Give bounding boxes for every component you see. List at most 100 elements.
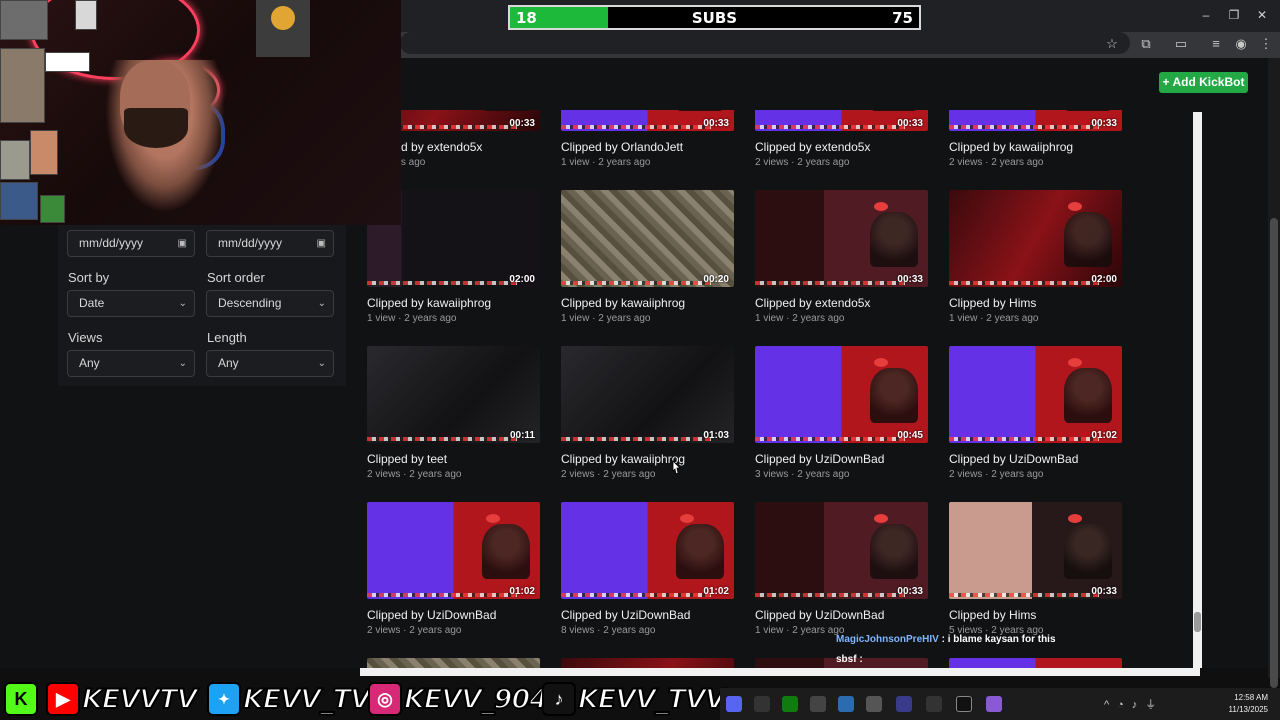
- clip-thumbnail[interactable]: 00:20: [561, 190, 734, 287]
- page-scrollbar[interactable]: [1268, 58, 1280, 688]
- clip-title[interactable]: Clipped by Hims: [949, 296, 1122, 310]
- clip-thumbnail[interactable]: 00:33: [755, 190, 928, 287]
- clip-title[interactable]: Clipped by UziDownBad: [949, 452, 1122, 466]
- system-clock[interactable]: 12:58 AM 11/13/2025: [1229, 692, 1268, 716]
- clip-thumbnail[interactable]: 00:33: [561, 110, 734, 131]
- emote-sticker: [0, 182, 38, 220]
- clip-meta: 1 view · 2 years ago: [561, 313, 651, 324]
- clip-card[interactable]: 00:20 Clipped by kawaiiphrog 1 view · 2 …: [561, 190, 734, 324]
- calendar-icon[interactable]: ▣: [178, 231, 187, 256]
- clip-title[interactable]: Clipped by Hims: [949, 608, 1122, 622]
- clip-title[interactable]: Clipped by UziDownBad: [755, 452, 928, 466]
- clip-title[interactable]: Clipped by teet: [367, 452, 540, 466]
- cast-icon[interactable]: ▭: [1172, 35, 1190, 53]
- extensions-icon[interactable]: ⧉: [1137, 35, 1155, 53]
- clip-card[interactable]: 00:33 Clipped by kawaiiphrog 2 views · 2…: [949, 110, 1122, 168]
- clip-thumbnail[interactable]: 01:02: [949, 346, 1122, 443]
- clip-card[interactable]: [561, 658, 734, 668]
- views-value: Any: [79, 356, 100, 370]
- add-kickbot-button[interactable]: + Add KickBot: [1159, 72, 1248, 93]
- date-to-input[interactable]: mm/dd/yyyy ▣: [206, 230, 334, 257]
- clip-meta: 1 view · 2 years ago: [755, 313, 845, 324]
- app-icon[interactable]: [866, 696, 882, 712]
- clip-thumbnail[interactable]: 01:02: [367, 502, 540, 599]
- clip-card[interactable]: 00:11 Clipped by teet 2 views · 2 years …: [367, 346, 540, 480]
- app-icon[interactable]: [754, 696, 770, 712]
- minimize-icon[interactable]: –: [1196, 6, 1216, 24]
- clip-card[interactable]: [367, 658, 540, 668]
- clip-thumbnail[interactable]: 00:33: [949, 110, 1122, 131]
- system-tray[interactable]: ^◔♪⏚: [1104, 696, 1204, 712]
- clip-card[interactable]: 00:33 Clipped by extendo5x 2 views · 2 y…: [755, 110, 928, 168]
- clip-title[interactable]: Clipped by UziDownBad: [561, 608, 734, 622]
- sort-order-select[interactable]: Descending ⌄: [206, 290, 334, 317]
- clip-thumbnail[interactable]: [949, 658, 1122, 668]
- clip-duration: 00:33: [509, 118, 535, 129]
- bookmark-star-icon[interactable]: ☆: [1103, 35, 1121, 53]
- clip-card[interactable]: 01:02 Clipped by UziDownBad 2 views · 2 …: [367, 502, 540, 636]
- app-icon[interactable]: [810, 696, 826, 712]
- social-banner: K ▶ KEVVTV ✦ KEVV_TV ◎ KEVV_904 ♪ KEVV_T…: [0, 678, 727, 720]
- clip-title[interactable]: Clipped by OrlandoJett: [561, 140, 734, 154]
- streamer-cam: [1064, 110, 1112, 111]
- discord-icon[interactable]: [726, 696, 742, 712]
- length-select[interactable]: Any ⌄: [206, 350, 334, 377]
- sort-by-select[interactable]: Date ⌄: [67, 290, 195, 317]
- logo-mark: [486, 514, 500, 523]
- clip-thumbnail[interactable]: [561, 658, 734, 668]
- reading-list-icon[interactable]: ≡: [1207, 35, 1225, 53]
- clip-thumbnail[interactable]: 01:03: [561, 346, 734, 443]
- scrollbar-thumb[interactable]: [1270, 218, 1278, 688]
- clip-card[interactable]: 01:02 Clipped by UziDownBad 2 views · 2 …: [949, 346, 1122, 480]
- clip-card[interactable]: 00:45 Clipped by UziDownBad 3 views · 2 …: [755, 346, 928, 480]
- clip-card[interactable]: 02:00 Clipped by Hims 1 view · 2 years a…: [949, 190, 1122, 324]
- clip-card[interactable]: 00:33 Clipped by Hims 5 views · 2 years …: [949, 502, 1122, 636]
- clip-title[interactable]: Clipped by UziDownBad: [367, 608, 540, 622]
- views-select[interactable]: Any ⌄: [67, 350, 195, 377]
- calendar-icon[interactable]: ▣: [317, 231, 326, 256]
- webcam-overlay: [0, 0, 401, 225]
- clip-thumbnail[interactable]: 00:45: [755, 346, 928, 443]
- clip-title[interactable]: Clipped by extendo5x: [755, 296, 928, 310]
- date-from-input[interactable]: mm/dd/yyyy ▣: [67, 230, 195, 257]
- app-icon[interactable]: [926, 696, 942, 712]
- menu-icon[interactable]: ⋮: [1257, 35, 1275, 53]
- clip-list-scrollbar-thumb[interactable]: [1194, 612, 1201, 632]
- clip-card[interactable]: 00:33 Clipped by UziDownBad 1 view · 2 y…: [755, 502, 928, 636]
- clip-thumbnail[interactable]: 00:33: [755, 110, 928, 131]
- filters-panel: mm/dd/yyyy ▣ mm/dd/yyyy ▣ Sort by Sort o…: [58, 222, 346, 386]
- clip-thumbnail[interactable]: 00:33: [949, 502, 1122, 599]
- chevron-down-icon: ⌄: [317, 298, 326, 309]
- clip-thumbnail[interactable]: 01:02: [561, 502, 734, 599]
- clip-title[interactable]: Clipped by extendo5x: [755, 140, 928, 154]
- app-icon[interactable]: [896, 696, 912, 712]
- close-icon[interactable]: ✕: [1252, 6, 1272, 24]
- clip-card[interactable]: 00:33 Clipped by extendo5x 1 view · 2 ye…: [755, 190, 928, 324]
- clip-title[interactable]: Clipped by kawaiiphrog: [367, 296, 540, 310]
- address-bar[interactable]: [400, 32, 1130, 54]
- app-icon[interactable]: [986, 696, 1002, 712]
- restore-icon[interactable]: ❐: [1224, 6, 1244, 24]
- clock-date: 11/13/2025: [1228, 705, 1268, 714]
- clip-thumbnail[interactable]: 00:33: [755, 502, 928, 599]
- clip-meta: 2 views · 2 years ago: [755, 157, 850, 168]
- clip-card[interactable]: 01:03 Clipped by kawaiiphrog 2 views · 2…: [561, 346, 734, 480]
- photos-icon[interactable]: [838, 696, 854, 712]
- clip-title[interactable]: Clipped by kawaiiphrog: [949, 140, 1122, 154]
- clip-card[interactable]: 00:33 Clipped by OrlandoJett 1 view · 2 …: [561, 110, 734, 168]
- unreal-icon[interactable]: [956, 696, 972, 712]
- clip-card[interactable]: 01:02 Clipped by UziDownBad 8 views · 2 …: [561, 502, 734, 636]
- youtube-handle: KEVVTV: [81, 683, 198, 716]
- clip-card[interactable]: [949, 658, 1122, 668]
- clip-title[interactable]: Clipped by kawaiiphrog: [561, 296, 734, 310]
- profile-icon[interactable]: ◉: [1232, 35, 1250, 53]
- clip-title[interactable]: Clipped by kawaiiphrog: [561, 452, 734, 466]
- clip-thumbnail[interactable]: 02:00: [949, 190, 1122, 287]
- clip-list-scrollbar[interactable]: [1193, 112, 1202, 668]
- clip-title[interactable]: Clipped by UziDownBad: [755, 608, 928, 622]
- clip-thumbnail[interactable]: [367, 658, 540, 668]
- horizontal-scrollbar[interactable]: [360, 668, 1200, 676]
- chat-username: sbsf :: [836, 654, 863, 665]
- xbox-icon[interactable]: [782, 696, 798, 712]
- clip-thumbnail[interactable]: 00:11: [367, 346, 540, 443]
